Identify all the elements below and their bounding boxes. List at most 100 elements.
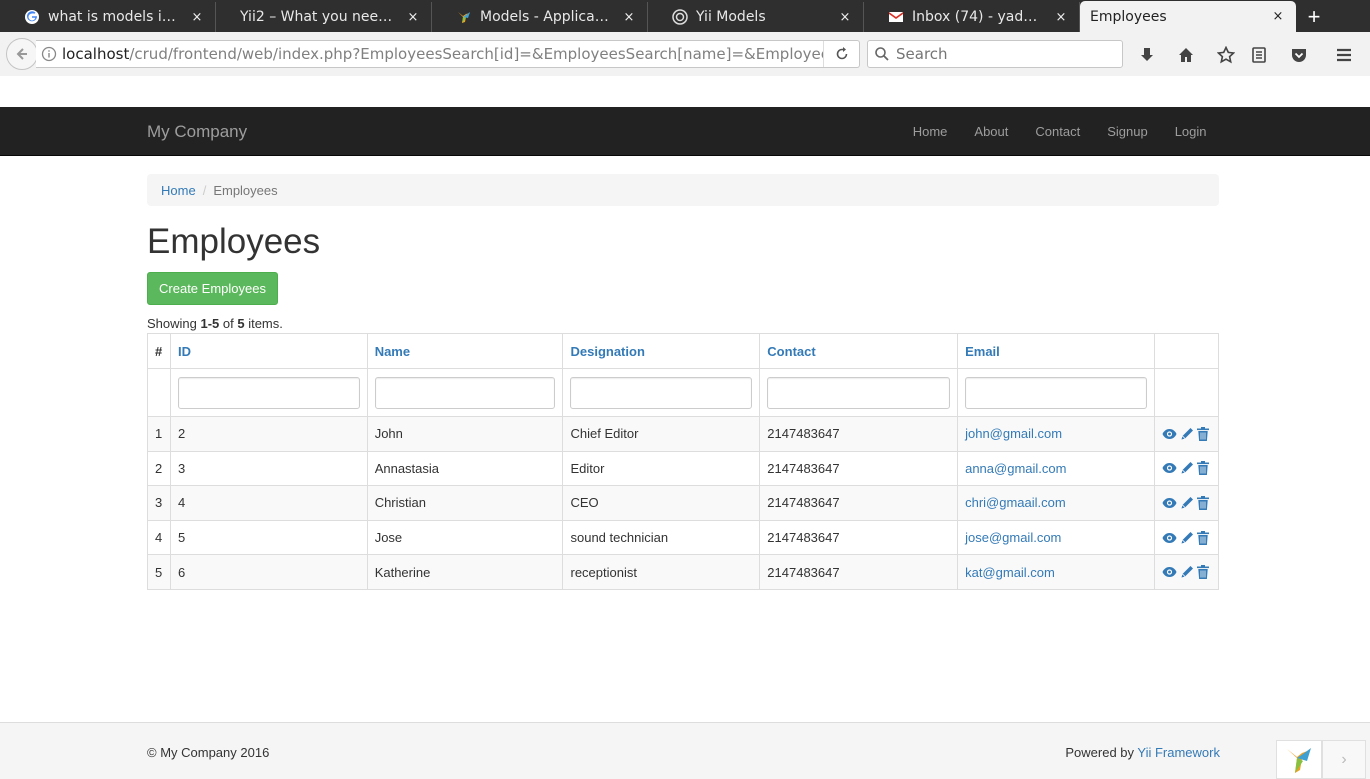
delete-trash-icon[interactable] <box>1196 461 1209 476</box>
cell-designation: CEO <box>562 485 761 521</box>
breadcrumb-home[interactable]: Home <box>161 183 196 198</box>
nav-about[interactable]: About <box>961 107 1022 156</box>
view-eye-icon[interactable] <box>1162 497 1177 509</box>
create-employees-button[interactable]: Create Employees <box>147 272 278 305</box>
browser-search-bar[interactable] <box>867 40 1123 68</box>
view-eye-icon[interactable] <box>1162 462 1177 474</box>
cell-email: chri@gmaail.com <box>957 485 1155 521</box>
update-pencil-icon[interactable] <box>1180 531 1194 545</box>
cell-name: Jose <box>366 519 564 556</box>
cell-designation: Editor <box>562 450 761 487</box>
reader-list-icon[interactable] <box>1248 44 1270 66</box>
filter-cell-empty <box>147 368 171 417</box>
browser-tab-3[interactable]: Models - Applicatio... × <box>432 2 648 32</box>
view-eye-icon[interactable] <box>1162 532 1177 544</box>
url-bar[interactable]: localhost/crud/frontend/web/index.php?Em… <box>36 40 860 68</box>
filter-cell-contact <box>759 368 959 417</box>
cell-id: 2 <box>169 416 368 452</box>
email-link[interactable]: jose@gmail.com <box>965 530 1061 545</box>
sort-contact-link[interactable]: Contact <box>767 344 815 359</box>
close-icon[interactable]: × <box>1270 9 1286 24</box>
yii-logo-icon <box>1287 747 1311 773</box>
pocket-icon[interactable] <box>1288 44 1310 66</box>
sort-id-link[interactable]: ID <box>178 344 191 359</box>
close-icon[interactable]: × <box>189 10 205 25</box>
home-icon[interactable] <box>1175 44 1197 66</box>
cell-serial: 1 <box>147 416 171 452</box>
yii-debug-logo[interactable] <box>1276 740 1322 779</box>
sort-designation-link[interactable]: Designation <box>570 344 644 359</box>
delete-trash-icon[interactable] <box>1196 565 1209 580</box>
sort-email-link[interactable]: Email <box>965 344 1000 359</box>
site-brand[interactable]: My Company <box>147 122 247 142</box>
url-text[interactable]: localhost/crud/frontend/web/index.php?Em… <box>62 45 823 63</box>
filter-email-input[interactable] <box>965 376 1147 409</box>
browser-tab-title: Yii Models <box>696 9 766 25</box>
row-actions <box>1162 426 1211 441</box>
column-header-serial: # <box>147 333 171 369</box>
filter-cell-name <box>366 368 564 417</box>
gmail-icon <box>888 9 904 25</box>
new-tab-button[interactable]: + <box>1296 2 1332 32</box>
table-row: 3 4 Christian CEO 2147483647 chri@gmaail.com <box>147 485 1220 521</box>
close-icon[interactable]: × <box>621 10 637 25</box>
cell-contact: 2147483647 <box>759 519 959 556</box>
column-header-contact: Contact <box>759 333 959 369</box>
cell-name: Katherine <box>366 554 564 590</box>
column-header-actions <box>1153 333 1220 369</box>
update-pencil-icon[interactable] <box>1180 496 1194 510</box>
cell-contact: 2147483647 <box>759 450 959 487</box>
filter-contact-input[interactable] <box>767 376 951 409</box>
close-icon[interactable]: × <box>405 10 421 25</box>
email-link[interactable]: anna@gmail.com <box>965 461 1066 476</box>
email-link[interactable]: kat@gmail.com <box>965 565 1055 580</box>
browser-tab-4[interactable]: Yii Models × <box>648 2 864 32</box>
cell-email: kat@gmail.com <box>957 554 1155 590</box>
update-pencil-icon[interactable] <box>1180 461 1194 475</box>
filter-name-input[interactable] <box>374 376 556 409</box>
menu-icon[interactable] <box>1333 44 1355 66</box>
site-footer: © My Company 2016 Powered by Yii Framewo… <box>0 722 1370 779</box>
nav-login[interactable]: Login <box>1161 107 1220 156</box>
view-eye-icon[interactable] <box>1162 566 1177 578</box>
delete-trash-icon[interactable] <box>1196 530 1209 545</box>
row-actions <box>1162 565 1211 580</box>
browser-tab-1[interactable]: what is models in yi... × <box>0 2 216 32</box>
email-link[interactable]: john@gmail.com <box>965 426 1062 441</box>
cell-designation: Chief Editor <box>562 416 761 452</box>
filter-designation-input[interactable] <box>570 376 753 409</box>
nav-contact[interactable]: Contact <box>1022 107 1094 156</box>
view-eye-icon[interactable] <box>1162 428 1177 440</box>
close-icon[interactable]: × <box>837 10 853 25</box>
back-button[interactable] <box>6 38 38 70</box>
bookmark-star-icon[interactable] <box>1215 44 1237 66</box>
info-icon[interactable] <box>36 46 62 62</box>
sort-name-link[interactable]: Name <box>375 344 410 359</box>
summary-range: 1-5 <box>200 316 220 331</box>
browser-tab-active[interactable]: Employees × <box>1080 1 1296 32</box>
cell-id: 6 <box>169 554 368 590</box>
close-icon[interactable]: × <box>1053 10 1069 25</box>
nav-signup[interactable]: Signup <box>1094 107 1161 156</box>
cell-serial: 2 <box>147 450 171 487</box>
nav-home[interactable]: Home <box>899 107 961 156</box>
column-header-id: ID <box>169 333 368 369</box>
debug-toolbar-toggle[interactable]: › <box>1322 740 1366 779</box>
reload-icon[interactable] <box>823 41 859 67</box>
download-icon[interactable] <box>1136 44 1158 66</box>
browser-toolbar: localhost/crud/frontend/web/index.php?Em… <box>0 32 1370 76</box>
filter-id-input[interactable] <box>177 376 360 409</box>
cell-actions <box>1153 519 1220 556</box>
delete-trash-icon[interactable] <box>1196 426 1209 441</box>
update-pencil-icon[interactable] <box>1180 427 1194 441</box>
browser-search-input[interactable] <box>896 45 1096 63</box>
browser-tab-2[interactable]: Yii2 – What you need t... × <box>216 2 432 32</box>
yii-models-icon <box>672 9 688 25</box>
browser-tab-5[interactable]: Inbox (74) - yadavak... × <box>864 2 1080 32</box>
cell-contact: 2147483647 <box>759 554 959 590</box>
yii-framework-link[interactable]: Yii Framework <box>1137 745 1220 760</box>
delete-trash-icon[interactable] <box>1196 495 1209 510</box>
update-pencil-icon[interactable] <box>1180 565 1194 579</box>
email-link[interactable]: chri@gmaail.com <box>965 495 1066 510</box>
cell-name: John <box>366 416 564 452</box>
